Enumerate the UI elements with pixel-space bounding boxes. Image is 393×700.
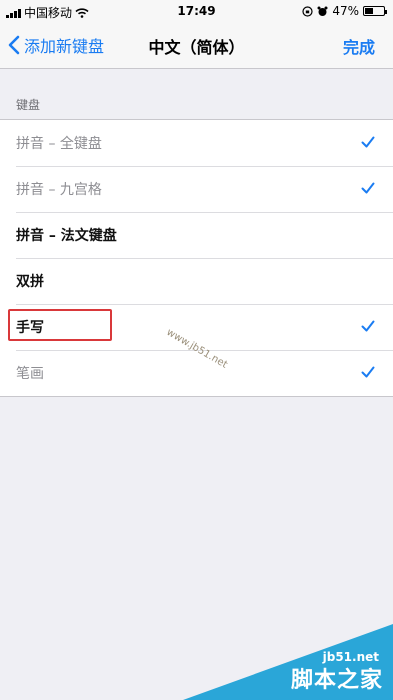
nav-bar: 添加新键盘 中文（简体） 完成 [0,22,393,69]
list-item[interactable]: 笔画 [0,350,393,396]
done-button[interactable]: 完成 [343,34,375,58]
back-button[interactable]: 添加新键盘 [8,33,104,57]
section-header: 键盘 [16,98,41,112]
checkmark-icon [361,136,375,148]
battery-percent: 47% [332,4,359,18]
list-item[interactable]: 拼音 – 全键盘 [0,120,393,166]
row-label: 笔画 [16,366,44,382]
list-item[interactable]: 双拼 [0,258,393,304]
orientation-lock-icon [302,5,313,17]
status-right: 47% [302,4,387,18]
row-label: 双拼 [16,274,44,290]
row-label: 拼音 – 法文键盘 [16,228,117,244]
checkmark-icon [361,320,375,332]
list-item[interactable]: 拼音 – 法文键盘 [0,212,393,258]
chevron-left-icon [8,35,20,55]
watermark-corner-name: 脚本之家 [290,668,383,693]
back-button-label: 添加新键盘 [24,37,105,56]
watermark-logo: jb51.net 脚本之家 [183,624,393,700]
alarm-icon [317,6,328,16]
row-label: 拼音 – 全键盘 [16,136,102,152]
row-label: 拼音 – 九宫格 [16,182,102,198]
list-item[interactable]: 拼音 – 九宫格 [0,166,393,212]
battery-icon [363,6,387,16]
highlight-box [8,309,112,341]
checkmark-icon [361,366,375,378]
status-bar: 中国移动 17:49 47% [0,0,393,22]
checkmark-icon [361,182,375,194]
